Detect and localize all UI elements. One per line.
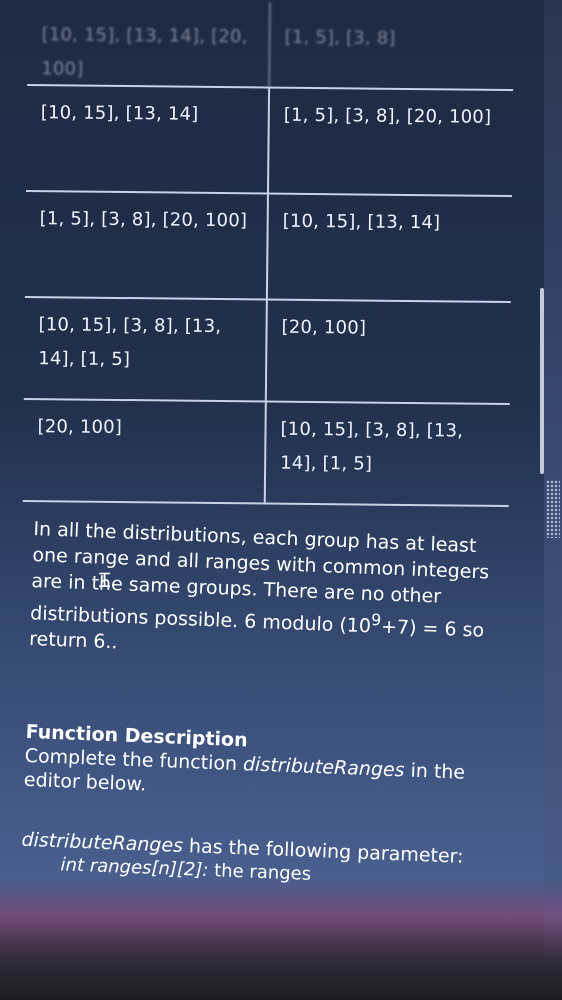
distribution-table: [10, 15], [13, 14], [20, 100] [1, 5], [3… [22,0,514,508]
table-cell-group-2: [20, 100] [281,316,367,339]
table-cell-group-1: [10, 15], [13, 14] [26,85,271,193]
explanation-paragraph: In all the distributions, each group has… [29,516,504,670]
table-cell-group-1: [10, 15], [13, 14], [20, 100] [27,0,271,87]
text-cursor-icon: Ɪ [99,568,111,592]
scrollbar[interactable] [540,288,544,474]
function-name: distributeRanges [242,753,405,782]
parameter-type: int ranges[n][2]: [60,854,209,882]
table-row: [20, 100] [10, 15], [3, 8], [13, 14], [1… [22,399,510,508]
table-row: [1, 5], [3, 8], [20, 100] [10, 15], [13,… [24,191,512,304]
problem-statement-view: [10, 15], [13, 14], [20, 100] [1, 5], [3… [0,0,562,1000]
table-cell-group-1: [20, 100] [22,399,267,503]
table-cell-group-2: [10, 15], [13, 14] [282,210,441,234]
bottom-bezel [0,880,562,1000]
table-cell-group-2: [10, 15], [3, 8], [13, 14], [1, 5] [280,418,464,475]
table-cell-group-1: [1, 5], [3, 8], [20, 100] [24,191,269,299]
table-cell-group-2: [1, 5], [3, 8] [284,26,396,49]
drag-handle-icon[interactable] [546,480,560,538]
table-cell-group-1: [10, 15], [3, 8], [13, 14], [1, 5] [23,297,268,401]
table-row: [10, 15], [3, 8], [13, 14], [1, 5] [20, … [23,297,511,406]
parameters-function-name: distributeRanges [21,829,184,858]
problem-text: In all the distributions, each group has… [20,516,503,894]
table-row: [10, 15], [13, 14] [1, 5], [3, 8], [20, … [25,85,514,198]
table-cell-group-2: [1, 5], [3, 8], [20, 100] [283,104,492,128]
table-row: [10, 15], [13, 14], [20, 100] [1, 5], [3… [27,0,514,92]
